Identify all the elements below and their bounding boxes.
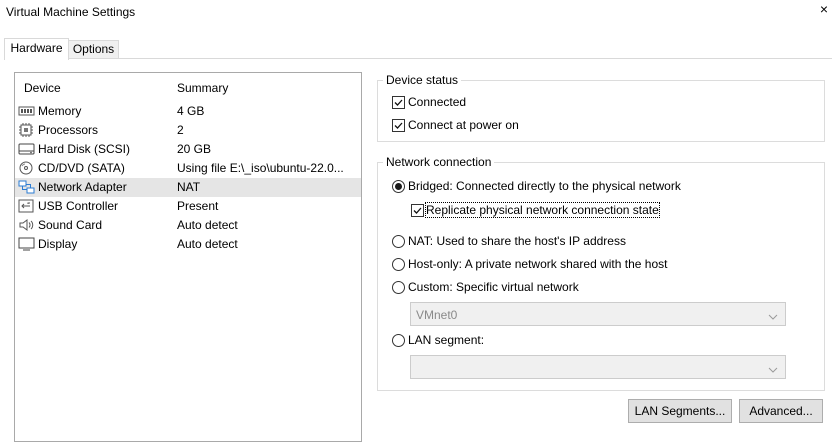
- cd-dvd-icon: [18, 161, 35, 175]
- custom-network-select[interactable]: VMnet0: [410, 302, 786, 326]
- tab-strip-divider: [4, 58, 832, 59]
- device-name: Sound Card: [38, 218, 103, 232]
- device-summary: 20 GB: [177, 142, 212, 156]
- device-summary: Auto detect: [177, 237, 238, 251]
- device-row-display[interactable]: Display Auto detect: [15, 235, 361, 254]
- window-title: Virtual Machine Settings: [6, 5, 136, 19]
- usb-icon: [18, 199, 35, 213]
- chevron-down-icon: [768, 310, 778, 324]
- device-column-header[interactable]: Device: [24, 81, 61, 95]
- lan-segments-button[interactable]: LAN Segments...: [628, 399, 732, 423]
- bridged-label[interactable]: Bridged: Connected directly to the physi…: [408, 179, 681, 193]
- device-summary: Present: [177, 199, 219, 213]
- device-summary: 4 GB: [177, 104, 205, 118]
- advanced-button[interactable]: Advanced...: [739, 399, 823, 423]
- bridged-radio[interactable]: [392, 180, 405, 193]
- connect-at-power-on-checkbox[interactable]: [392, 119, 405, 132]
- host-only-label[interactable]: Host-only: A private network shared with…: [408, 257, 667, 271]
- replicate-state-checkbox[interactable]: [411, 204, 424, 217]
- device-name: Display: [38, 237, 78, 251]
- close-button[interactable]: ×: [817, 1, 831, 17]
- hard-disk-icon: [18, 142, 35, 156]
- custom-network-value: VMnet0: [416, 308, 458, 322]
- processor-icon: [18, 123, 35, 137]
- speaker-icon: [18, 218, 35, 232]
- device-name: Network Adapter: [38, 180, 127, 194]
- replicate-state-label[interactable]: Replicate physical network connection st…: [425, 202, 660, 218]
- host-only-radio[interactable]: [392, 258, 405, 271]
- device-summary: Auto detect: [177, 218, 238, 232]
- custom-radio[interactable]: [392, 281, 405, 294]
- device-summary: 2: [177, 123, 184, 137]
- memory-icon: [18, 104, 35, 118]
- network-adapter-icon: [18, 180, 35, 194]
- device-row-hard-disk[interactable]: Hard Disk (SCSI) 20 GB: [15, 140, 361, 159]
- nat-radio[interactable]: [392, 235, 405, 248]
- device-summary: NAT: [177, 180, 201, 194]
- device-name: Hard Disk (SCSI): [38, 142, 131, 156]
- device-row-usb-controller[interactable]: USB Controller Present: [15, 197, 361, 216]
- device-row-processors[interactable]: Processors 2: [15, 121, 361, 140]
- tab-hardware[interactable]: Hardware: [4, 38, 69, 60]
- network-connection-title: Network connection: [383, 155, 495, 169]
- device-name: Processors: [38, 123, 99, 137]
- nat-label[interactable]: NAT: Used to share the host's IP address: [408, 234, 626, 248]
- custom-label[interactable]: Custom: Specific virtual network: [408, 280, 579, 294]
- connect-at-power-on-label[interactable]: Connect at power on: [408, 118, 519, 132]
- monitor-icon: [18, 237, 35, 251]
- device-summary: Using file E:\_iso\ubuntu-22.0...: [177, 161, 344, 175]
- connected-checkbox[interactable]: [392, 96, 405, 109]
- lan-segment-radio[interactable]: [392, 334, 405, 347]
- device-list[interactable]: Device Summary Memory 4 GB Processors 2 …: [14, 72, 362, 442]
- chevron-down-icon: [768, 363, 778, 377]
- device-name: USB Controller: [38, 199, 119, 213]
- device-name: Memory: [38, 104, 82, 118]
- summary-column-header[interactable]: Summary: [177, 81, 228, 95]
- lan-segment-label[interactable]: LAN segment:: [408, 333, 484, 347]
- device-name: CD/DVD (SATA): [38, 161, 125, 175]
- device-row-memory[interactable]: Memory 4 GB: [15, 102, 361, 121]
- tab-options[interactable]: Options: [68, 40, 119, 59]
- device-status-group: [377, 80, 825, 142]
- device-row-sound-card[interactable]: Sound Card Auto detect: [15, 216, 361, 235]
- device-row-cd-dvd[interactable]: CD/DVD (SATA) Using file E:\_iso\ubuntu-…: [15, 159, 361, 178]
- connected-label[interactable]: Connected: [408, 95, 466, 109]
- device-status-title: Device status: [383, 73, 462, 87]
- device-row-network-adapter[interactable]: Network Adapter NAT: [15, 178, 361, 197]
- lan-segment-select[interactable]: [410, 355, 786, 379]
